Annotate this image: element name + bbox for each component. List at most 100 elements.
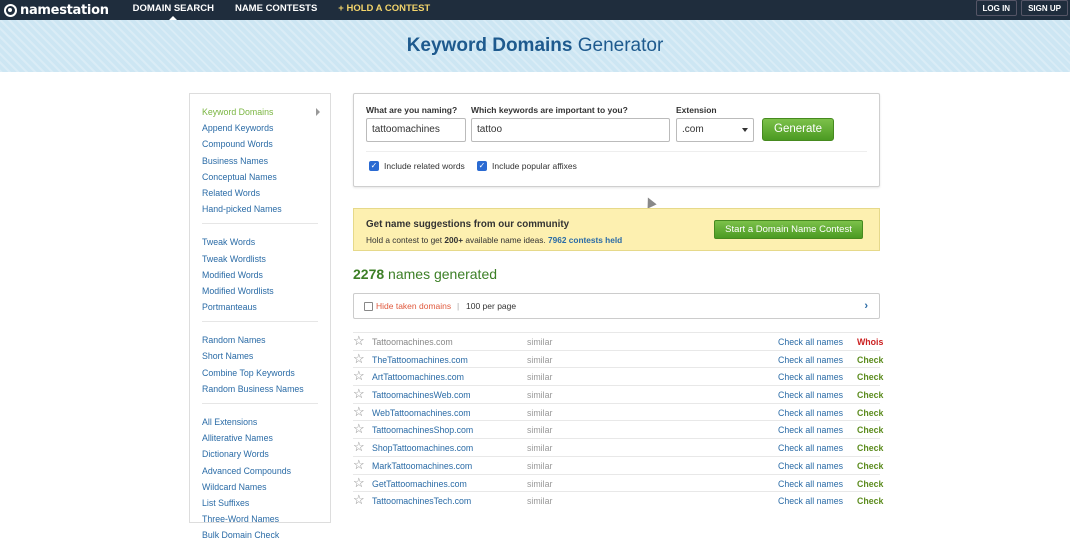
domain-link[interactable]: TattoomachinesWeb.com xyxy=(372,390,471,400)
domain-status-link[interactable]: Check xyxy=(857,443,883,453)
login-button[interactable]: LOG IN xyxy=(975,0,1018,16)
next-page-icon[interactable]: › xyxy=(864,300,868,312)
star-icon[interactable]: ☆ xyxy=(353,387,365,401)
similar-link[interactable]: similar xyxy=(527,461,552,471)
contests-held-link[interactable]: 7962 contests held xyxy=(548,235,622,245)
similar-link[interactable]: similar xyxy=(527,479,552,489)
extension-select[interactable]: .com xyxy=(676,118,754,142)
sidebar-item[interactable]: Keyword Domains xyxy=(202,104,320,120)
sidebar-item[interactable]: Related Words xyxy=(202,185,318,201)
domain-status-link[interactable]: Check xyxy=(857,479,883,489)
domain-link[interactable]: MarkTattoomachines.com xyxy=(372,461,472,471)
star-icon[interactable]: ☆ xyxy=(353,351,365,366)
signup-button[interactable]: SIGN UP xyxy=(1021,0,1068,16)
include-related-checkbox[interactable]: ✓ Include related words xyxy=(369,161,465,171)
domain-link[interactable]: TattoomachinesTech.com xyxy=(372,496,471,506)
check-all-names-link[interactable]: Check all names xyxy=(778,355,843,365)
logo[interactable]: namestation xyxy=(4,3,109,18)
star-icon[interactable]: ☆ xyxy=(353,369,365,383)
sidebar-item[interactable]: Tweak Words xyxy=(202,234,318,250)
check-all-names-link[interactable]: Check all names xyxy=(778,479,843,489)
sidebar-item[interactable]: Advanced Compounds xyxy=(202,463,318,479)
domain-status-link[interactable]: Check xyxy=(857,408,883,418)
check-all-names-link[interactable]: Check all names xyxy=(778,390,843,400)
star-icon[interactable]: ☆ xyxy=(353,334,365,348)
sidebar-item[interactable]: Random Names xyxy=(202,332,318,348)
keywords-input[interactable]: tattoo xyxy=(471,118,670,142)
names-generated-count: 2278 names generated xyxy=(353,266,497,282)
sidebar-item[interactable]: Wildcard Names xyxy=(202,479,318,495)
similar-link[interactable]: similar xyxy=(527,372,552,382)
similar-link[interactable]: similar xyxy=(527,355,552,365)
sidebar-item[interactable]: Dictionary Words xyxy=(202,446,318,462)
domain-link[interactable]: TheTattoomachines.com xyxy=(372,355,468,365)
star-icon[interactable]: ☆ xyxy=(353,457,365,472)
nav-domain-search[interactable]: DOMAIN SEARCH xyxy=(133,0,214,20)
hide-taken-checkbox[interactable] xyxy=(364,302,373,311)
star-icon[interactable]: ☆ xyxy=(353,404,365,419)
check-all-names-link[interactable]: Check all names xyxy=(778,337,843,347)
sidebar-item[interactable]: Compound Words xyxy=(202,136,318,152)
sidebar-item[interactable]: Combine Top Keywords xyxy=(202,365,318,381)
similar-link[interactable]: similar xyxy=(527,496,552,506)
generate-button[interactable]: Generate xyxy=(762,118,834,141)
result-row: ☆ TattoomachinesWeb.com similar Check all n… xyxy=(353,385,883,403)
similar-link[interactable]: similar xyxy=(527,425,552,435)
sidebar-item[interactable]: Short Names xyxy=(202,348,318,364)
sidebar-item[interactable]: Hand-picked Names xyxy=(202,201,318,217)
start-contest-button[interactable]: Start a Domain Name Contest xyxy=(714,220,863,239)
sidebar-item[interactable]: Bulk Domain Check xyxy=(202,527,318,543)
page-title-bold: Keyword Domains xyxy=(406,35,573,56)
sidebar-item[interactable]: Business Names xyxy=(202,153,318,169)
domain-status-link[interactable]: Check xyxy=(857,425,883,435)
check-all-names-link[interactable]: Check all names xyxy=(778,372,843,382)
sidebar-item[interactable]: All Extensions xyxy=(202,414,318,430)
star-icon[interactable]: ☆ xyxy=(353,422,365,436)
chevron-down-icon xyxy=(742,128,748,132)
check-all-names-link[interactable]: Check all names xyxy=(778,496,843,506)
naming-input[interactable]: tattoomachines xyxy=(366,118,466,142)
check-all-names-link[interactable]: Check all names xyxy=(778,461,843,471)
sidebar-item[interactable]: Portmanteaus xyxy=(202,299,318,315)
nav-name-contests[interactable]: NAME CONTESTS xyxy=(235,0,317,20)
similar-link[interactable]: similar xyxy=(527,337,552,347)
sidebar-item[interactable]: List Suffixes xyxy=(202,495,318,511)
domain-status-link[interactable]: Check xyxy=(857,372,883,382)
domain-link[interactable]: WebTattoomachines.com xyxy=(372,408,471,418)
sidebar-item[interactable]: Random Business Names xyxy=(202,381,318,397)
domain-link[interactable]: TattoomachinesShop.com xyxy=(372,425,473,435)
check-all-names-link[interactable]: Check all names xyxy=(778,425,843,435)
sidebar-item[interactable]: Three-Word Names xyxy=(202,511,318,527)
sidebar-item[interactable]: Alliterative Names xyxy=(202,430,318,446)
domain-status-link[interactable]: Check xyxy=(857,355,883,365)
domain-status-link[interactable]: Check xyxy=(857,390,883,400)
sidebar-item[interactable]: Conceptual Names xyxy=(202,169,318,185)
domain-link[interactable]: ShopTattoomachines.com xyxy=(372,443,473,453)
nav-hold-contest[interactable]: + HOLD A CONTEST xyxy=(338,0,430,20)
sidebar-item[interactable]: Append Keywords xyxy=(202,120,318,136)
check-all-names-link[interactable]: Check all names xyxy=(778,443,843,453)
domain-link[interactable]: Tattoomachines.com xyxy=(372,337,453,347)
sidebar-group: Tweak Words Tweak Wordlists Modified Words… xyxy=(202,234,318,323)
hero-banner: Keyword Domains Generator xyxy=(0,20,1070,72)
include-affixes-checkbox[interactable]: ✓ Include popular affixes xyxy=(477,161,577,171)
sidebar-group: Keyword Domains Append Keywords Compound W… xyxy=(202,104,320,225)
sidebar-item[interactable]: Modified Words xyxy=(202,267,318,283)
hide-taken-label[interactable]: Hide taken domains xyxy=(376,301,451,311)
check-all-names-link[interactable]: Check all names xyxy=(778,408,843,418)
similar-link[interactable]: similar xyxy=(527,408,552,418)
star-icon[interactable]: ☆ xyxy=(353,493,365,507)
domain-status-link[interactable]: Check xyxy=(857,496,883,506)
similar-link[interactable]: similar xyxy=(527,443,552,453)
domain-status-link[interactable]: Whois xyxy=(857,337,883,347)
sidebar-item[interactable]: Modified Wordlists xyxy=(202,283,318,299)
star-icon[interactable]: ☆ xyxy=(353,475,365,490)
similar-link[interactable]: similar xyxy=(527,390,552,400)
per-page-select[interactable]: 100 per page xyxy=(466,301,516,311)
sidebar-item[interactable]: Tweak Wordlists xyxy=(202,251,318,267)
domain-link[interactable]: ArtTattoomachines.com xyxy=(372,372,464,382)
include-related-label: Include related words xyxy=(384,161,465,171)
domain-status-link[interactable]: Check xyxy=(857,461,883,471)
star-icon[interactable]: ☆ xyxy=(353,440,365,454)
domain-link[interactable]: GetTattoomachines.com xyxy=(372,479,467,489)
